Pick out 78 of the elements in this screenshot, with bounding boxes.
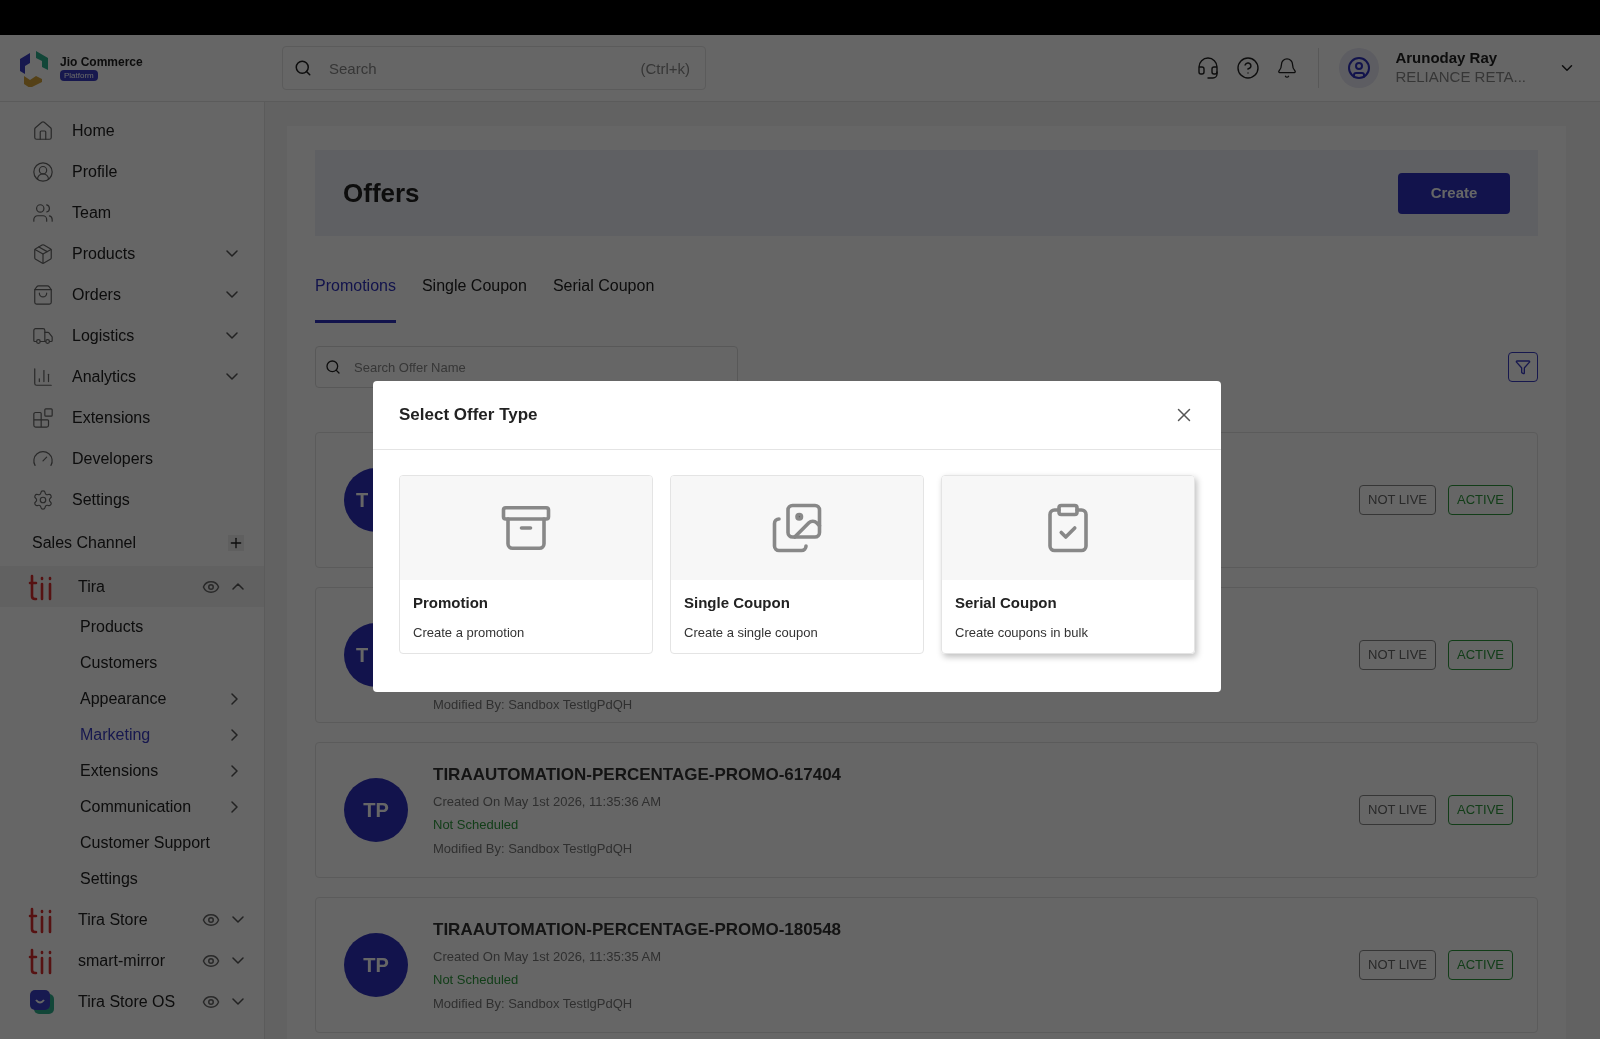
offer-title: TIRAAUTOMATION-PERCENTAGE-PROMO-180548: [433, 919, 843, 941]
option-description: Create a single coupon: [684, 623, 819, 642]
house-icon: [32, 119, 54, 142]
submenu-item[interactable]: Extensions: [0, 753, 264, 789]
status-badge: ACTIVE: [1448, 485, 1513, 515]
status-badge: ACTIVE: [1448, 640, 1513, 670]
offer-type-card[interactable]: Promotion Create a promotion: [399, 475, 653, 654]
section-heading: Sales Channel: [32, 533, 138, 553]
search-icon: [294, 59, 312, 77]
option-title: Single Coupon: [684, 593, 791, 613]
offer-type-card[interactable]: Single Coupon Create a single coupon: [670, 475, 924, 654]
support-icon[interactable]: [1196, 56, 1221, 80]
chevron-down-icon[interactable]: [232, 998, 244, 1005]
offer-avatar: TP: [344, 778, 408, 842]
chevron-up-icon[interactable]: [232, 583, 244, 590]
submenu-item[interactable]: Settings: [0, 861, 264, 897]
nav-item[interactable]: Analytics: [0, 356, 264, 397]
submenu-item[interactable]: Appearance: [0, 681, 264, 717]
nav-item[interactable]: Profile: [0, 151, 264, 192]
nav-item[interactable]: Logistics: [0, 315, 264, 356]
status-badge: ACTIVE: [1448, 950, 1513, 980]
offer-title: TIRAAUTOMATION-PERCENTAGE-PROMO-617404: [433, 764, 843, 786]
search-icon: [325, 359, 341, 375]
bell-icon[interactable]: [1276, 57, 1299, 79]
settings-icon: [32, 488, 54, 511]
nav-item[interactable]: Home: [0, 110, 264, 151]
status-badge: NOT LIVE: [1359, 950, 1437, 980]
nav-item[interactable]: Orders: [0, 274, 264, 315]
blocks-icon: [32, 406, 54, 429]
nav-item[interactable]: Extensions: [0, 397, 264, 438]
users-icon: [32, 201, 54, 224]
chevron-down-icon[interactable]: [232, 957, 244, 964]
images-icon: [770, 501, 824, 555]
add-icon[interactable]: [228, 535, 244, 551]
nav-item[interactable]: Team: [0, 192, 264, 233]
submenu-item[interactable]: Communication: [0, 789, 264, 825]
app-logo-icon: [28, 987, 56, 1016]
filter-icon: [1515, 359, 1531, 375]
nav-item[interactable]: Products: [0, 233, 264, 274]
option-title: Serial Coupon: [955, 593, 1058, 613]
nav-item[interactable]: Settings: [0, 479, 264, 520]
filter-button[interactable]: [1508, 352, 1538, 382]
submenu-item[interactable]: Customers: [0, 645, 264, 681]
bag-icon: [32, 283, 54, 306]
status-badge: NOT LIVE: [1359, 640, 1437, 670]
box-icon: [32, 242, 54, 265]
offer-type-card[interactable]: Serial Coupon Create coupons in bulk: [941, 475, 1195, 654]
help-icon[interactable]: [1236, 56, 1261, 80]
tab[interactable]: Promotions: [315, 274, 396, 323]
status-badge: NOT LIVE: [1359, 795, 1437, 825]
channel-item[interactable]: Tira: [0, 566, 264, 607]
dialog-title: Select Offer Type: [399, 404, 539, 427]
option-title: Promotion: [413, 593, 489, 613]
user-icon: [1347, 56, 1372, 80]
tab[interactable]: Single Coupon: [421, 274, 527, 323]
page-title: Offers: [343, 176, 421, 210]
schedule-status: Not Scheduled: [433, 971, 520, 989]
submenu-item[interactable]: Products: [0, 609, 264, 645]
channel-item[interactable]: Tira Store: [0, 899, 264, 940]
submenu-item[interactable]: Customer Support: [0, 825, 264, 861]
tab[interactable]: Serial Coupon: [552, 274, 655, 323]
submenu-item[interactable]: Marketing: [0, 717, 264, 753]
channel-item[interactable]: Tira Store OS: [0, 981, 264, 1022]
offer-avatar: TP: [344, 933, 408, 997]
channel-item[interactable]: smart-mirror: [0, 940, 264, 981]
user-name: Arunoday Ray: [1395, 49, 1499, 68]
bar-chart-icon: [32, 365, 54, 388]
chevron-down-icon[interactable]: [232, 916, 244, 923]
status-badge: NOT LIVE: [1359, 485, 1437, 515]
user-icon: [32, 160, 54, 183]
brand-name: Jio Commerce: [60, 55, 143, 70]
option-description: Create a promotion: [413, 623, 526, 642]
platform-badge: Platform: [60, 70, 98, 81]
nav-item[interactable]: Developers: [0, 438, 264, 479]
status-badge: ACTIVE: [1448, 795, 1513, 825]
option-description: Create coupons in bulk: [955, 623, 1089, 642]
schedule-status: Not Scheduled: [433, 816, 520, 834]
create-button[interactable]: Create: [1398, 172, 1510, 214]
